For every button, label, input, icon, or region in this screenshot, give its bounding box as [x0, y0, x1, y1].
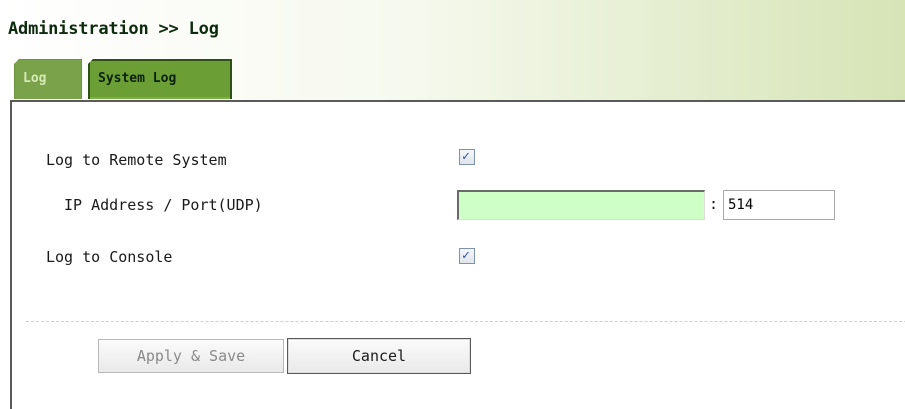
tab-log[interactable]: Log	[14, 59, 82, 99]
log-remote-label: Log to Remote System	[46, 151, 227, 169]
ip-port-label: IP Address / Port(UDP)	[64, 196, 263, 214]
divider	[26, 321, 905, 322]
apply-save-button[interactable]: Apply & Save	[98, 339, 284, 373]
log-console-label: Log to Console	[46, 248, 173, 266]
log-console-checkbox[interactable]: ✓	[459, 248, 475, 264]
header-bar: Administration >> Log Log System Log	[0, 0, 905, 101]
port-separator: :	[709, 195, 719, 213]
port-input[interactable]	[723, 190, 835, 220]
page-title: Administration >> Log	[8, 19, 219, 39]
ip-address-input[interactable]	[457, 190, 705, 220]
cancel-button[interactable]: Cancel	[287, 338, 471, 374]
checkmark-icon: ✓	[462, 248, 470, 263]
log-remote-checkbox[interactable]: ✓	[459, 149, 475, 165]
tab-system-log[interactable]: System Log	[88, 59, 232, 99]
checkmark-icon: ✓	[462, 149, 470, 164]
settings-panel: Log to Remote System ✓ IP Address / Port…	[10, 100, 905, 409]
